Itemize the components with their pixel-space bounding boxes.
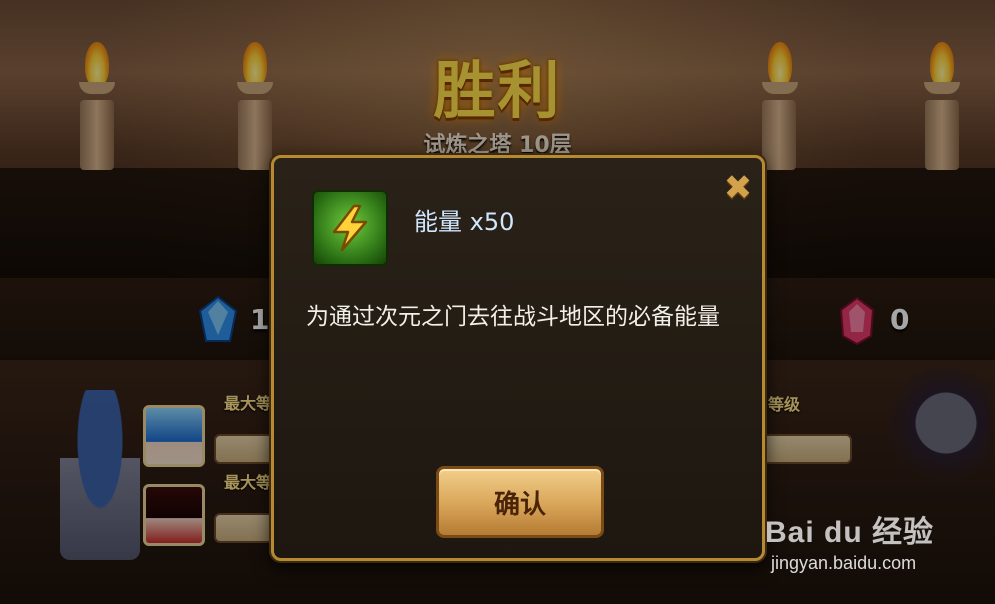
game-scene: 胜利 试炼之塔 10层 1 0 最大等 最大等 等级 ✖ 能量 x50 为通过次… — [0, 0, 995, 604]
watermark-url: jingyan.baidu.com — [771, 553, 917, 573]
close-icon[interactable]: ✖ — [722, 171, 754, 206]
baidu-watermark: Bai du 经验 jingyan.baidu.com — [765, 497, 990, 587]
confirm-button[interactable]: 确认 — [436, 466, 604, 538]
item-description: 为通过次元之门去往战斗地区的必备能量 — [306, 304, 720, 330]
lightning-icon — [312, 190, 388, 266]
item-info-dialog: ✖ 能量 x50 为通过次元之门去往战斗地区的必备能量 确认 — [271, 155, 765, 561]
item-name: 能量 x50 — [414, 208, 515, 236]
watermark-logo: Bai du 经验 — [765, 516, 935, 549]
